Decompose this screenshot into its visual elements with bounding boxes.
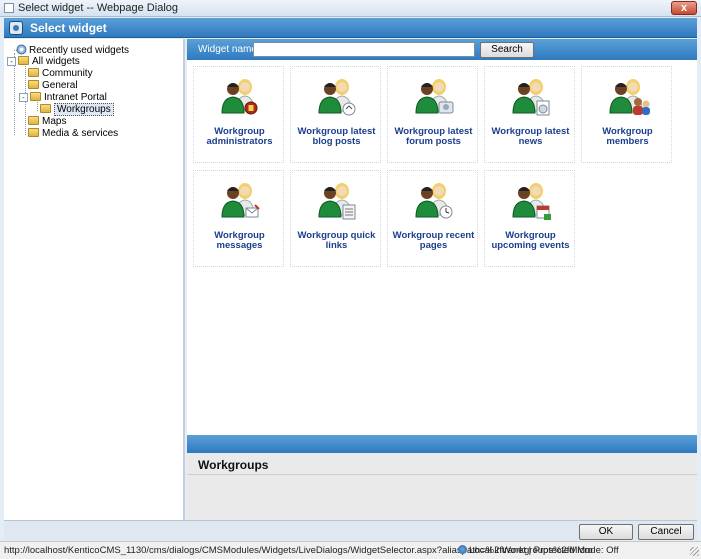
resize-grip[interactable]	[690, 547, 699, 556]
window-titlebar: Select widget -- Webpage Dialog x	[0, 0, 701, 17]
filter-bar: Widget name: Search	[187, 39, 697, 60]
widget-name: Workgroup latest news	[491, 126, 570, 147]
tree-item-label: Community	[42, 68, 93, 79]
divider	[187, 474, 697, 475]
tree-item-recently-used[interactable]: Recently used widgets	[16, 44, 129, 56]
widget-tile[interactable]: Workgroup latest news	[484, 66, 575, 163]
intranet-zone-icon	[458, 545, 467, 554]
tree-item-media-services[interactable]: Media & services	[28, 128, 118, 140]
tree-item-label: Intranet Portal	[44, 92, 107, 103]
widget-tile[interactable]: Workgroup upcoming events	[484, 170, 575, 267]
dialog-icon	[4, 3, 14, 13]
tree-item-all-widgets[interactable]: - All widgets	[7, 56, 80, 68]
widget-name: Workgroup messages	[214, 230, 265, 251]
category-tree: Recently used widgets - All widgets Commu…	[4, 39, 185, 520]
widget-name: Workgroup latest forum posts	[394, 126, 473, 147]
cancel-button[interactable]: Cancel	[638, 524, 694, 540]
folder-icon	[28, 68, 39, 77]
recent-widgets-icon	[16, 44, 27, 55]
tree-item-label: Workgroups	[54, 103, 114, 116]
widget-tile[interactable]: Workgroup administrators	[193, 66, 284, 163]
status-bar: http://localhost/KenticoCMS_1130/cms/dia…	[0, 541, 701, 559]
widget-name: Workgroup upcoming events	[491, 230, 570, 251]
workgroup-members-icon	[606, 75, 650, 117]
workgroup-blog-icon	[315, 75, 359, 117]
widget-name-label: Widget name:	[198, 44, 260, 55]
description-panel: Workgroups	[187, 453, 697, 520]
workgroup-messages-icon	[218, 179, 262, 221]
tree-item-maps[interactable]: Maps	[28, 116, 66, 128]
tree-item-label: Recently used widgets	[29, 45, 130, 56]
search-button[interactable]: Search	[480, 42, 534, 58]
widget-tile[interactable]: Workgroup members	[581, 66, 672, 163]
widget-tile[interactable]: Workgroup quick links	[290, 170, 381, 267]
widget-panel: Widget name: Search Workgroup administra…	[187, 39, 697, 520]
widget-tile[interactable]: Workgroup messages	[193, 170, 284, 267]
tree-item-label: Maps	[42, 116, 67, 127]
security-zone-text: Local intranet | Protected Mode: Off	[469, 545, 619, 556]
workgroup-admin-icon	[218, 75, 262, 117]
description-header-bar	[187, 435, 697, 453]
workgroup-news-icon	[509, 75, 553, 117]
close-window-button[interactable]: x	[671, 1, 697, 15]
workgroup-pages-icon	[412, 179, 456, 221]
folder-icon	[28, 116, 39, 125]
dialog-title: Select widget	[30, 21, 107, 35]
workgroup-links-icon	[315, 179, 359, 221]
widget-icon	[9, 21, 23, 35]
collapse-toggle[interactable]: -	[19, 93, 28, 102]
widget-grid: Workgroup administrators Workgroup lates…	[187, 60, 697, 434]
ok-button[interactable]: OK	[579, 524, 633, 540]
collapse-toggle[interactable]: -	[7, 57, 16, 66]
widget-tile[interactable]: Workgroup latest forum posts	[387, 66, 478, 163]
widget-name: Workgroup latest blog posts	[297, 126, 376, 147]
widget-name-input[interactable]	[253, 42, 475, 57]
widget-tile[interactable]: Workgroup recent pages	[387, 170, 478, 267]
description-title: Workgroups	[198, 458, 269, 472]
widget-tile[interactable]: Workgroup latest blog posts	[290, 66, 381, 163]
workgroup-events-icon	[509, 179, 553, 221]
widget-name: Workgroup members	[602, 126, 653, 147]
workgroup-forum-icon	[412, 75, 456, 117]
window-title: Select widget -- Webpage Dialog	[18, 2, 178, 14]
tree-item-workgroups[interactable]: Workgroups	[40, 103, 114, 116]
tree-item-community[interactable]: Community	[28, 68, 93, 80]
folder-icon	[30, 92, 41, 101]
security-zone: Local intranet | Protected Mode: Off	[458, 545, 619, 556]
widget-name: Workgroup recent pages	[392, 230, 475, 251]
dialog-footer: OK Cancel	[4, 520, 697, 540]
widget-name: Workgroup administrators	[206, 126, 273, 147]
tree-item-label: Media & services	[42, 128, 119, 139]
dialog-header: Select widget	[4, 18, 697, 38]
widget-name: Workgroup quick links	[297, 230, 376, 251]
folder-icon	[28, 128, 39, 137]
tree-item-label: All widgets	[32, 56, 80, 67]
folder-icon	[18, 56, 29, 65]
tree-item-label: General	[42, 80, 78, 91]
folder-icon	[28, 80, 39, 89]
folder-icon	[40, 104, 51, 113]
tree-item-general[interactable]: General	[28, 80, 78, 92]
